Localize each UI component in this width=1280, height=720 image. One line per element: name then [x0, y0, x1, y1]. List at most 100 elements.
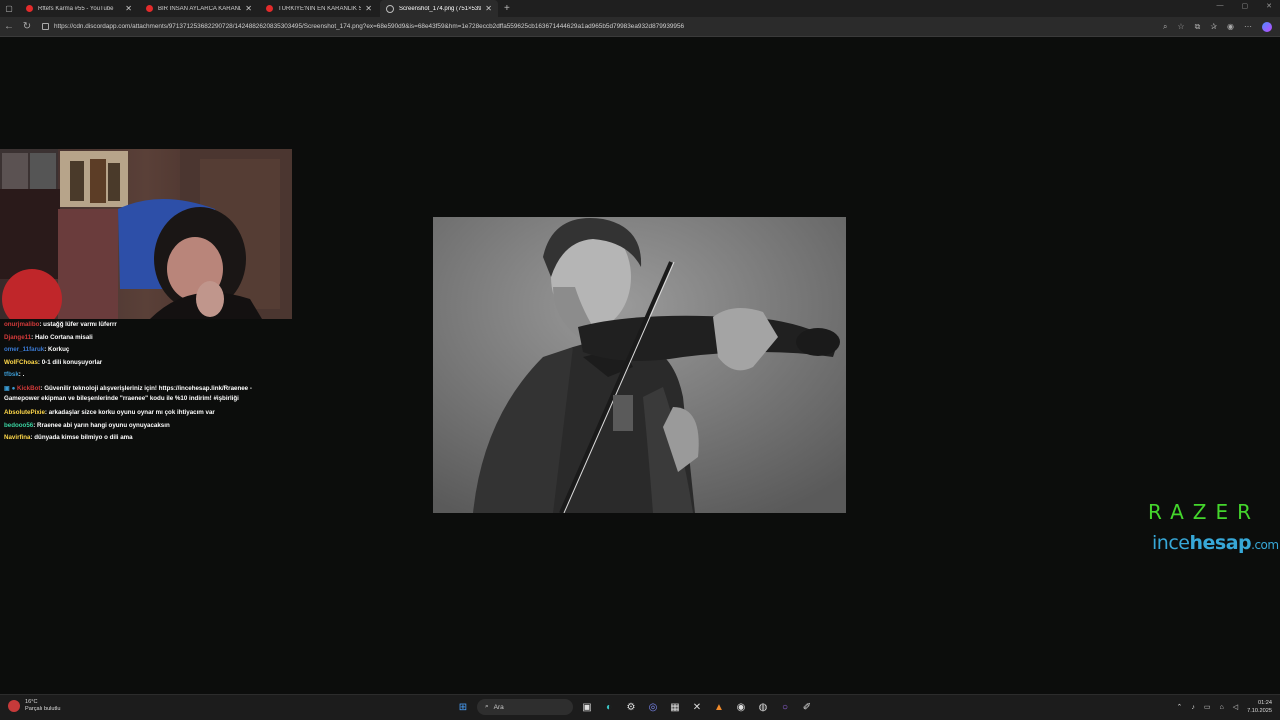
chat-message: tfbsk: .: [0, 369, 292, 382]
chat-text: : Halo Cortana misali: [31, 333, 93, 341]
chat-username: onurjmalibo: [4, 321, 40, 328]
copilot-icon[interactable]: [1262, 21, 1272, 32]
chat-text: : Korkuç: [44, 346, 70, 354]
url-text: https://cdn.discordapp.com/attachments/9…: [54, 23, 685, 30]
chat-text: : Rraenee abi yarın hangi oyunu oynuyaca…: [33, 421, 170, 429]
tab-title: TÜRKİYE'NİN EN KARANLIK SERİ: [278, 5, 362, 12]
weather-desc: Parçalı bulutlu: [25, 706, 61, 712]
chat-message: onurjmalibo: ustağğ lüfer varmı lüferrr: [0, 319, 292, 332]
tab-screenshot[interactable]: Screenshot_174.png (751×539) ✕: [380, 0, 498, 17]
chat-message: AbsolutePixie: arkadaşlar sizce korku oy…: [0, 407, 292, 420]
favorites-icon[interactable]: ✰: [1210, 22, 1217, 32]
back-icon[interactable]: ←: [0, 21, 18, 32]
clock-time: 01:24: [1258, 700, 1272, 706]
browser-tab-bar: ▢ Rftefs Karma #55 - YouTube ✕ BİR İNSAN…: [0, 0, 1280, 17]
tab-youtube-2[interactable]: BİR İNSAN AYLARCA KARANLIK İ ✕: [140, 0, 258, 17]
chat-username: tfbsk: [4, 371, 19, 379]
weather-widget[interactable]: 16°C Parçalı bulutlu: [8, 699, 60, 713]
app-a-icon[interactable]: ▲: [711, 698, 727, 716]
favorite-star-icon[interactable]: ☆: [1177, 22, 1184, 32]
discord-icon[interactable]: ◎: [645, 698, 661, 716]
chat-message: WolFChoas: 0-1 dili konuşuyorlar: [0, 357, 292, 370]
close-tab-icon[interactable]: ✕: [125, 4, 132, 13]
chat-text: : Güvenilir teknoloji alışverişleriniz i…: [4, 384, 252, 403]
calendar-icon[interactable]: ▦: [667, 698, 683, 716]
window-controls: — ▢ ✕: [1217, 2, 1273, 10]
chat-text: : arkadaşlar sizce korku oyunu oynar mı …: [44, 408, 215, 416]
more-menu-icon[interactable]: ⋯: [1244, 22, 1252, 32]
volume-icon[interactable]: ◁: [1233, 703, 1238, 711]
url-field[interactable]: https://cdn.discordapp.com/attachments/9…: [42, 19, 1163, 34]
steam-icon[interactable]: ⚙: [623, 698, 639, 716]
profile-icon[interactable]: ◉: [1227, 22, 1234, 32]
chat-username: omer_11faruk: [4, 346, 45, 354]
youtube-icon: [26, 5, 33, 12]
clock[interactable]: 01:24 7.10.2025: [1247, 699, 1272, 715]
chat-username: Djange11: [4, 333, 32, 341]
close-tab-icon[interactable]: ✕: [245, 4, 252, 13]
edge-icon[interactable]: ◐: [601, 698, 617, 716]
chat-message: bedooo56: Rraenee abi yarın hangi oyunu …: [0, 420, 292, 433]
bot-badge-icon: ▣ ●: [4, 384, 18, 392]
violinist-photo: [433, 217, 846, 513]
task-view-icon[interactable]: ▣: [579, 698, 595, 716]
incehesap-part2: hesap: [1189, 532, 1252, 554]
weather-temp: 16°C: [25, 699, 38, 705]
system-tray: ⌃ ♪ ▭ ⌂ ◁ 01:24 7.10.2025: [1176, 699, 1272, 715]
incehesap-part3: .com: [1251, 538, 1279, 552]
chat-username: Navirfina: [4, 434, 31, 442]
globe-icon: [386, 4, 394, 13]
tab-title: BİR İNSAN AYLARCA KARANLIK İ: [158, 5, 242, 12]
zoom-icon[interactable]: ⌕: [1163, 22, 1167, 32]
chat-message: Navirfina: dünyada kimse bilmiyo o dili …: [0, 432, 292, 445]
browser-toolbar: ⌕ ☆ ⧉ ✰ ◉ ⋯: [1163, 21, 1280, 32]
weather-icon: [8, 700, 20, 712]
maximize-icon[interactable]: ▢: [1242, 2, 1249, 10]
chat-text: : .: [18, 371, 25, 379]
minimize-icon[interactable]: —: [1217, 2, 1224, 10]
close-window-icon[interactable]: ✕: [1266, 2, 1272, 10]
close-tab-icon[interactable]: ✕: [485, 4, 492, 13]
windows-start-icon[interactable]: ⊞: [455, 698, 471, 716]
tab-title: Screenshot_174.png (751×539): [399, 5, 482, 12]
new-tab-button[interactable]: +: [504, 3, 510, 14]
tray-expand-icon[interactable]: ⌃: [1176, 703, 1182, 711]
chat-username: bedooo56: [4, 421, 34, 429]
search-icon: ⌕: [485, 703, 489, 710]
razer-logo: RAZER: [1148, 500, 1261, 524]
tab-youtube-1[interactable]: Rftefs Karma #55 - YouTube ✕: [20, 0, 138, 17]
chrome-icon[interactable]: ◍: [755, 698, 771, 716]
address-bar: ← ↻ https://cdn.discordapp.com/attachmen…: [0, 17, 1280, 37]
files-icon[interactable]: ✐: [799, 698, 815, 716]
mic-icon[interactable]: ♪: [1191, 704, 1195, 711]
youtube-icon: [266, 5, 273, 12]
stream-chat: onurjmalibo: ustağğ lüfer varmı lüferrr …: [0, 319, 292, 445]
tab-youtube-3[interactable]: TÜRKİYE'NİN EN KARANLIK SERİ ✕: [260, 0, 378, 17]
chat-message: omer_11faruk: Korkuç: [0, 344, 292, 357]
chat-text: : dünyada kimse bilmiyo o dili ama: [30, 434, 133, 442]
circle-app-icon[interactable]: ○: [777, 698, 793, 716]
tab-title: Rftefs Karma #55 - YouTube: [38, 5, 114, 12]
sponsor-overlay: RAZER incehesap.com: [1148, 500, 1279, 554]
reload-icon[interactable]: ↻: [18, 21, 36, 32]
taskbar-search[interactable]: ⌕ Ara: [477, 699, 573, 715]
windows-taskbar: 16°C Parçalı bulutlu ⊞ ⌕ Ara ▣ ◐ ⚙ ◎ ▦ ✕…: [0, 694, 1280, 720]
webcam-overlay: [0, 149, 292, 319]
incehesap-logo: incehesap.com: [1152, 532, 1279, 554]
chat-text: : ustağğ lüfer varmı lüferrr: [39, 321, 117, 328]
network-icon[interactable]: ⌂: [1219, 704, 1223, 711]
clock-date: 7.10.2025: [1247, 708, 1272, 714]
search-placeholder: Ara: [493, 703, 504, 711]
battery-icon[interactable]: ▭: [1204, 703, 1211, 711]
extensions-icon[interactable]: ⧉: [1195, 22, 1201, 32]
site-info-icon[interactable]: [42, 23, 49, 30]
close-tab-icon[interactable]: ✕: [365, 4, 372, 13]
chat-username: KickBot: [17, 384, 41, 392]
taskbar-apps: ⊞ ⌕ Ara ▣ ◐ ⚙ ◎ ▦ ✕ ▲ ◉ ◍ ○ ✐: [455, 698, 815, 716]
window-menu-icon[interactable]: ▢: [0, 0, 18, 17]
capcut-icon[interactable]: ✕: [689, 698, 705, 716]
obs-icon[interactable]: ◉: [733, 698, 749, 716]
incehesap-part1: ince: [1152, 532, 1190, 554]
chat-message: ▣ ● KickBot: Güvenilir teknoloji alışver…: [0, 382, 292, 407]
chat-text: : 0-1 dili konuşuyorlar: [37, 358, 103, 366]
